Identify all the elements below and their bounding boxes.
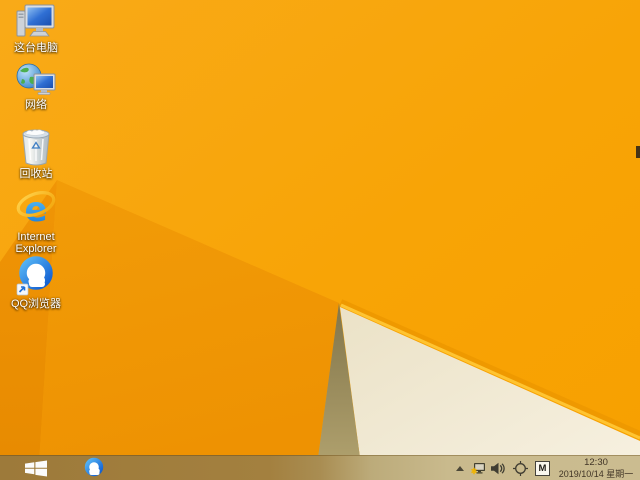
wallpaper-image: [0, 0, 640, 480]
windows-logo-icon: [25, 460, 47, 476]
internet-explorer-icon: e: [16, 190, 56, 229]
icon-label: 网络: [25, 99, 47, 111]
icon-label: Internet Explorer: [15, 231, 57, 255]
network-icon: [16, 63, 56, 95]
start-button[interactable]: [0, 456, 57, 480]
icon-label: QQ浏览器: [10, 298, 62, 310]
desktop-icon-network[interactable]: 网络: [2, 63, 70, 111]
qq-browser-taskbar-icon: [84, 457, 104, 477]
desktop-icon-this-pc[interactable]: 这台电脑: [2, 4, 70, 54]
hidden-icons-chevron-icon[interactable]: [456, 466, 464, 471]
icon-label: 回收站: [19, 168, 53, 180]
right-edge-dark-mark: [636, 146, 640, 158]
volume-icon[interactable]: [491, 462, 505, 475]
desktop-icon-recycle-bin[interactable]: 回收站: [2, 126, 70, 180]
desktop-icon-qq-browser[interactable]: QQ浏览器: [2, 256, 70, 310]
desktop: 这台电脑 网络 回收站 e Internet Explorer QQ浏览器 M …: [0, 0, 640, 480]
qq-browser-icon: [16, 256, 53, 296]
taskbar: M 12:30 2019/10/14 星期一: [0, 455, 640, 480]
taskbar-clock[interactable]: 12:30 2019/10/14 星期一: [555, 456, 637, 479]
taskbar-qq-browser-button[interactable]: [79, 456, 109, 480]
network-status-icon[interactable]: [471, 462, 486, 475]
ime-indicator[interactable]: M: [535, 461, 550, 476]
desktop-icon-internet-explorer[interactable]: e Internet Explorer: [2, 189, 70, 255]
clock-date: 2019/10/14 星期一: [558, 468, 634, 479]
recycle-bin-icon: [22, 129, 50, 166]
crosshair-icon[interactable]: [513, 461, 528, 476]
icon-label: 这台电脑: [14, 42, 58, 54]
system-tray: M 12:30 2019/10/14 星期一: [456, 456, 640, 480]
clock-time: 12:30: [584, 456, 608, 468]
this-pc-icon: [16, 4, 55, 37]
